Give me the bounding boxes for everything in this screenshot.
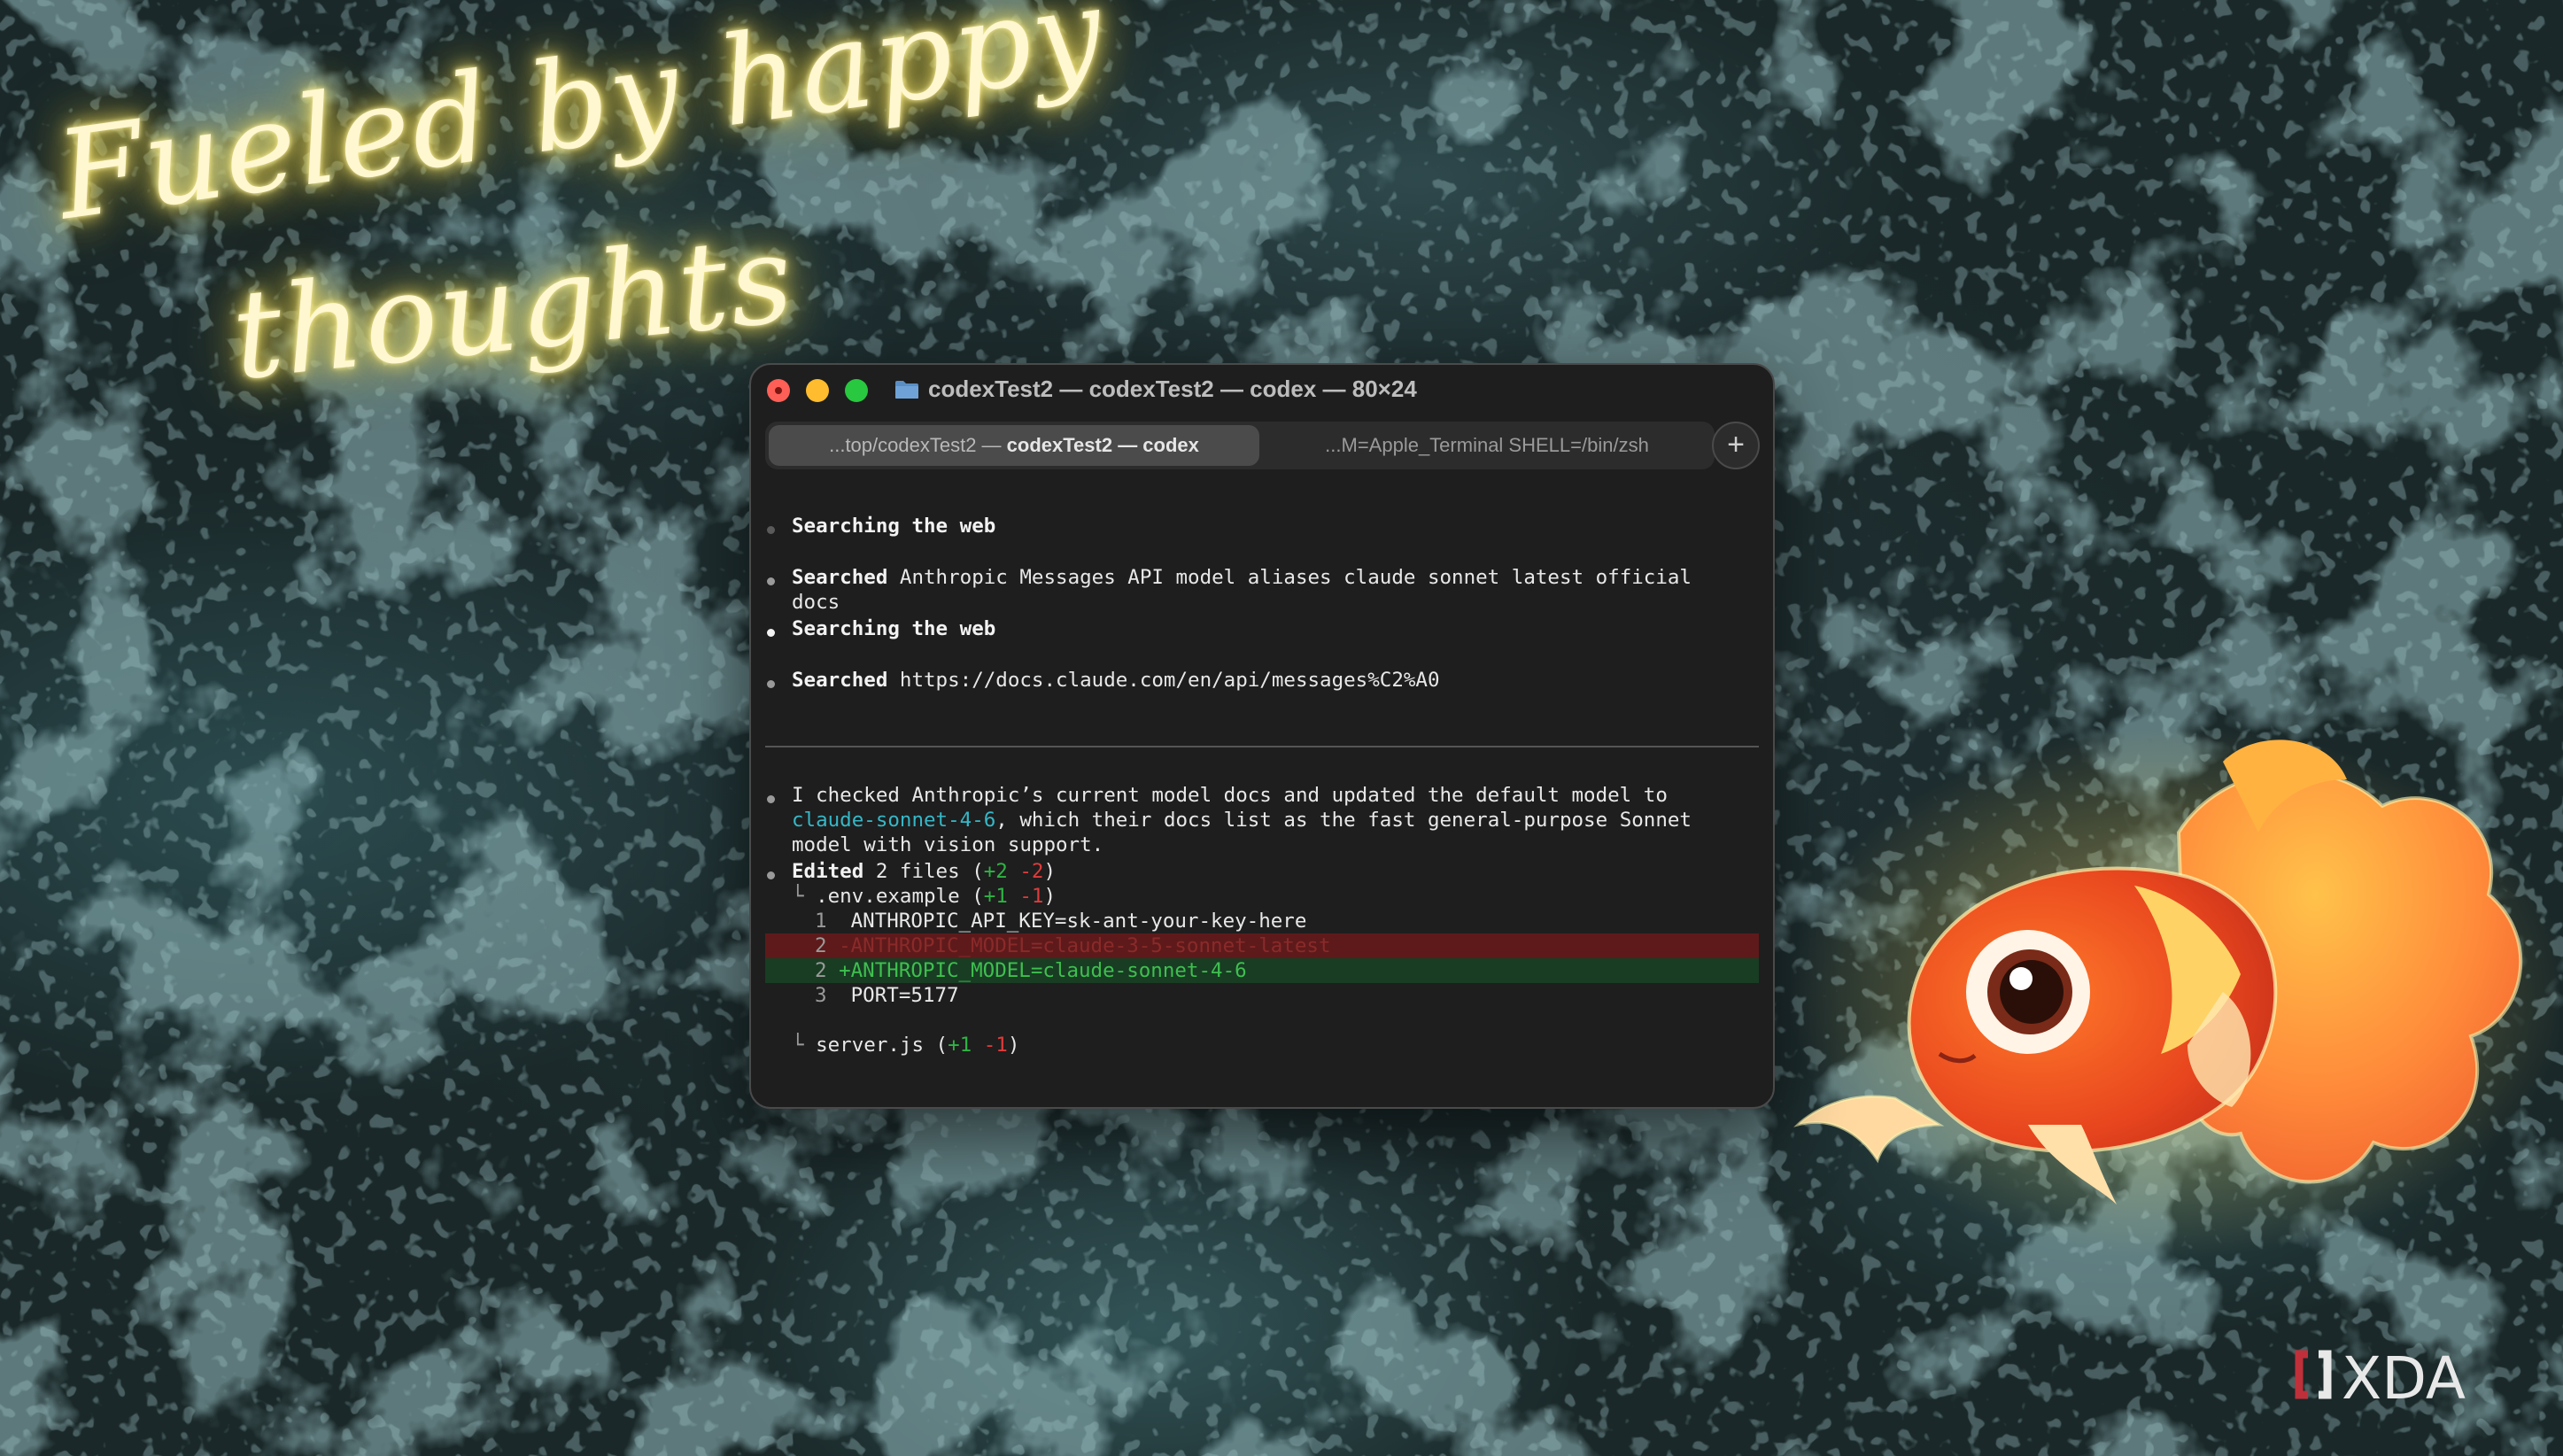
window-title: codexTest2 — codexTest2 — codex — 80×24 — [928, 376, 1417, 402]
edit-summary: Edited 2 files (+2 -2) — [792, 860, 1057, 883]
bullet-icon — [767, 680, 775, 688]
bullet-icon — [767, 795, 775, 803]
folder-icon — [895, 381, 918, 399]
message-line-1: I checked Anthropic’s current model docs… — [792, 784, 1668, 807]
terminal-output[interactable]: Searching the web Searched Anthropic Mes… — [751, 489, 1773, 1107]
bullet-icon — [767, 871, 775, 879]
model-name: claude-sonnet-4-6 — [792, 809, 996, 832]
tab-label: codexTest2 — codex — [1006, 434, 1199, 456]
log-line: Searching the web — [792, 617, 996, 640]
neon-text-line-1: Fueled by happy — [49, 0, 1113, 248]
diff-line: 3 PORT=5177 — [815, 984, 959, 1007]
title-bar[interactable]: codexTest2 — codexTest2 — codex — 80×24 — [751, 365, 1773, 418]
diff-row-deleted: 2 -ANTHROPIC_MODEL=claude-3-5-sonnet-lat… — [765, 933, 1759, 958]
bullet-icon — [767, 526, 775, 534]
minimize-button[interactable] — [806, 379, 829, 402]
log-line: Searched Anthropic Messages API model al… — [792, 566, 1692, 589]
close-button[interactable] — [767, 379, 790, 402]
diff-row-added: 2 +ANTHROPIC_MODEL=claude-sonnet-4-6 — [765, 958, 1759, 983]
file-entry-server: └ server.js (+1 -1) — [792, 1034, 1020, 1057]
neon-text-line-2: thoughts — [226, 206, 801, 408]
log-line: Searching the web — [792, 515, 996, 538]
goldfish-illustration — [1789, 726, 2559, 1258]
separator — [765, 746, 1759, 747]
new-tab-button[interactable]: + — [1712, 422, 1760, 469]
bullet-icon — [767, 629, 775, 637]
tab-codex[interactable]: ...top/codexTest2 — codexTest2 — codex — [769, 425, 1259, 466]
svg-text:XDA: XDA — [2342, 1344, 2466, 1413]
xda-logo: XDA — [2295, 1344, 2466, 1413]
bullet-icon — [767, 577, 775, 585]
message-line-2: claude-sonnet-4-6, which their docs list… — [792, 809, 1692, 832]
tab-shell[interactable]: ...M=Apple_Terminal SHELL=/bin/zsh — [1261, 425, 1713, 466]
file-entry-env: └ .env.example (+1 -1) — [792, 885, 1057, 908]
diff-line: 1 ANTHROPIC_API_KEY=sk-ant-your-key-here — [815, 910, 1307, 933]
zoom-button[interactable] — [845, 379, 868, 402]
tab-bar: ...top/codexTest2 — codexTest2 — codex .… — [765, 422, 1715, 469]
message-line-3: model with vision support. — [792, 833, 1104, 856]
log-line: Searched https://docs.claude.com/en/api/… — [792, 669, 1440, 692]
tab-path-prefix: ...top/codexTest2 — — [829, 434, 1007, 456]
terminal-window: codexTest2 — codexTest2 — codex — 80×24 … — [749, 363, 1775, 1109]
log-line-continued: docs — [792, 591, 840, 614]
